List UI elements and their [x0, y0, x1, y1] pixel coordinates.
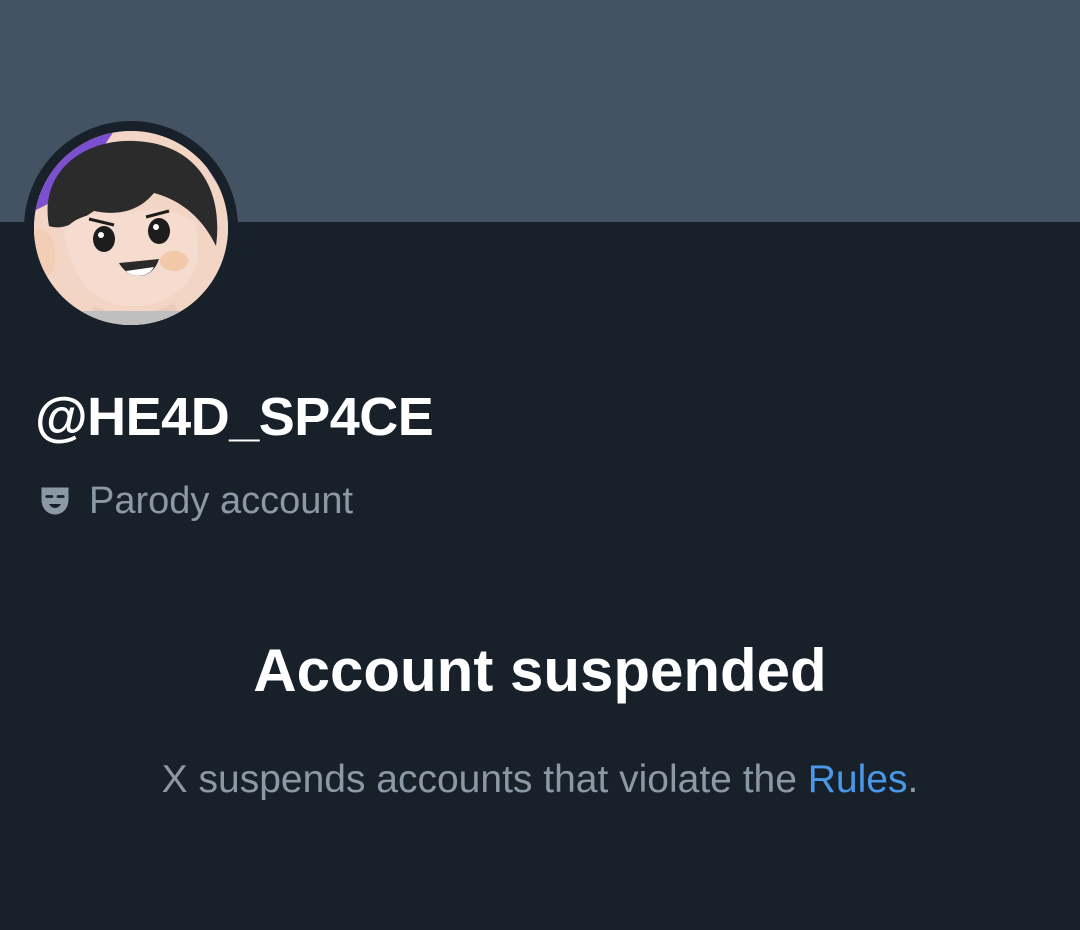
description-period: .: [907, 758, 919, 801]
avatar[interactable]: [34, 131, 228, 325]
badge-label: Parody account: [89, 479, 354, 522]
avatar-ring: [24, 121, 238, 335]
parody-badge: Parody account: [37, 478, 353, 524]
avatar-image: [34, 131, 228, 325]
suspended-title: Account suspended: [253, 637, 827, 704]
description-text: X suspends accounts that violate the: [161, 758, 808, 801]
suspended-description: X suspends accounts that violate the Rul…: [0, 758, 1080, 802]
rules-link[interactable]: Rules: [808, 758, 908, 801]
profile-handle: @HE4D_SP4CE: [35, 387, 434, 447]
theater-mask-icon: [41, 487, 69, 515]
